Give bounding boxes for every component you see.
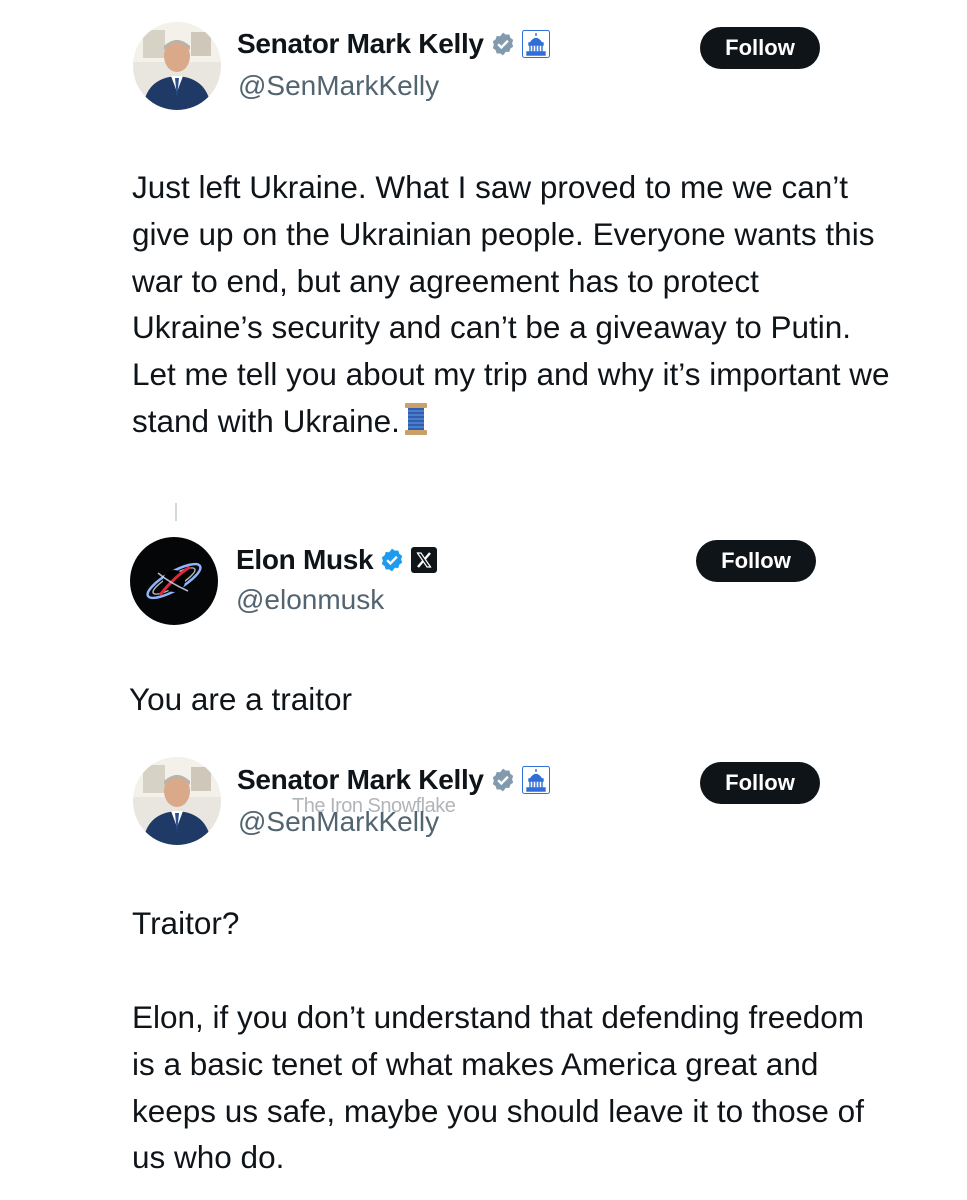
- capitol-affiliation-icon: [521, 766, 550, 794]
- author-name[interactable]: Elon Musk: [236, 544, 374, 576]
- author-name-row: Senator Mark Kelly: [237, 764, 550, 796]
- spool-of-thread-emoji: [404, 402, 428, 449]
- tweet-1: Senator Mark Kelly @SenMarkKelly Follow …: [0, 0, 967, 521]
- avatar-mark-kelly[interactable]: [133, 757, 221, 845]
- follow-button[interactable]: Follow: [696, 540, 816, 582]
- thread-connector-line: [175, 503, 177, 521]
- tweet-text-content: Just left Ukraine. What I saw proved to …: [132, 169, 890, 439]
- author-name-row: Senator Mark Kelly: [237, 28, 550, 60]
- watermark: The Iron Snowflake: [292, 795, 456, 817]
- author-name[interactable]: Senator Mark Kelly: [237, 28, 484, 60]
- avatar-elon-musk[interactable]: [130, 537, 218, 625]
- author-handle[interactable]: @SenMarkKelly: [238, 70, 439, 102]
- avatar-mark-kelly[interactable]: [133, 22, 221, 110]
- follow-button[interactable]: Follow: [700, 762, 820, 804]
- capitol-affiliation-icon: [521, 30, 550, 58]
- tweet-text-content: Elon, if you don’t understand that defen…: [132, 999, 865, 1176]
- author-name-row: Elon Musk: [236, 544, 438, 576]
- verified-badge-icon: [490, 31, 516, 57]
- verified-badge-icon: [490, 767, 516, 793]
- follow-button[interactable]: Follow: [700, 27, 820, 69]
- tweet-text: Traitor?: [132, 900, 892, 947]
- tweet-text: You are a traitor: [129, 676, 889, 723]
- verified-badge-icon: [379, 547, 405, 573]
- tweet-text-paragraph-2: Elon, if you don’t understand that defen…: [132, 994, 892, 1181]
- tweet-text-content: You are a traitor: [129, 681, 352, 717]
- tweet-text: Just left Ukraine. What I saw proved to …: [132, 164, 892, 449]
- author-handle[interactable]: @elonmusk: [236, 584, 384, 616]
- tweet-text-content: Traitor?: [132, 905, 240, 941]
- x-logo-affiliation-icon: [411, 547, 438, 573]
- author-name[interactable]: Senator Mark Kelly: [237, 764, 484, 796]
